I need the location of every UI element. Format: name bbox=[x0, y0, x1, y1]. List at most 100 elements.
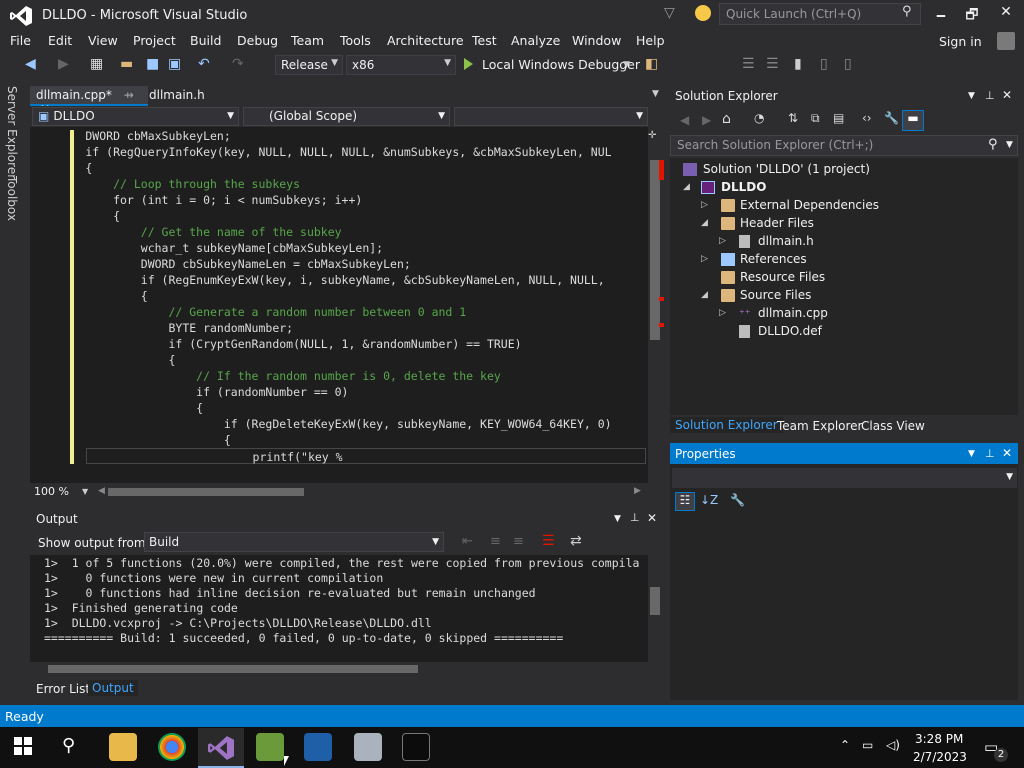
menu-file[interactable]: File bbox=[10, 33, 31, 48]
editor-hscroll-thumb[interactable] bbox=[108, 488, 304, 496]
clock-time[interactable]: 3:28 PM bbox=[915, 732, 963, 746]
tab-error-list[interactable]: Error List bbox=[36, 682, 90, 696]
close-panel-icon[interactable]: ✕ bbox=[647, 511, 657, 525]
window-position-icon[interactable]: ▼ bbox=[968, 91, 975, 101]
pin-icon[interactable]: ⇸ bbox=[124, 88, 134, 102]
menu-debug[interactable]: Debug bbox=[237, 33, 278, 48]
close-panel-icon[interactable]: ✕ bbox=[1002, 446, 1012, 460]
expanded-arrow-icon[interactable]: ◢ bbox=[683, 182, 695, 192]
next-message-icon[interactable]: ≡ bbox=[513, 534, 524, 549]
search-icon[interactable]: ⚲ bbox=[988, 137, 998, 152]
back-icon[interactable]: ◀ bbox=[680, 113, 689, 127]
scroll-left-icon[interactable]: ◀ bbox=[98, 486, 105, 496]
tab-output[interactable]: Output bbox=[88, 680, 138, 696]
pending-changes-icon[interactable]: ◔ bbox=[754, 111, 764, 125]
chrome-icon[interactable] bbox=[158, 733, 186, 761]
navigate-back-icon[interactable]: ◀ bbox=[25, 56, 36, 72]
collapsed-arrow-icon[interactable]: ▷ bbox=[701, 200, 713, 210]
collapsed-arrow-icon[interactable]: ▷ bbox=[701, 254, 713, 264]
quick-launch-input[interactable]: Quick Launch (Ctrl+Q) bbox=[719, 3, 921, 25]
menu-tools[interactable]: Tools bbox=[340, 33, 371, 48]
scroll-right-icon[interactable]: ▶ bbox=[634, 486, 641, 496]
menu-test[interactable]: Test bbox=[472, 33, 497, 48]
view-code-icon[interactable]: ‹› bbox=[862, 111, 872, 125]
undo-icon[interactable]: ↶ bbox=[198, 56, 210, 72]
server-explorer-tab[interactable]: Server Explorer bbox=[5, 86, 19, 179]
solution-platform-dropdown[interactable]: x86 ▼ bbox=[346, 55, 456, 75]
tab-solution-explorer[interactable]: Solution Explorer bbox=[670, 417, 783, 433]
collapsed-arrow-icon[interactable]: ▷ bbox=[719, 236, 731, 246]
menu-build[interactable]: Build bbox=[190, 33, 221, 48]
remote-desktop-icon[interactable] bbox=[354, 733, 382, 761]
tab-list-dropdown-icon[interactable]: ▼ bbox=[652, 89, 659, 99]
previous-bookmark-icon[interactable]: ▯ bbox=[820, 56, 828, 72]
tab-class-view[interactable]: Class View bbox=[861, 419, 925, 433]
start-debugging-icon[interactable] bbox=[464, 58, 473, 70]
visual-studio-icon[interactable] bbox=[208, 736, 234, 760]
find-message-icon[interactable]: ⇤ bbox=[462, 534, 473, 549]
code-editor[interactable]: DWORD cbMaxSubkeyLen; if (RegQueryInfoKe… bbox=[30, 127, 648, 483]
command-prompt-icon[interactable] bbox=[402, 733, 430, 761]
collapse-all-icon[interactable]: ⧉ bbox=[811, 111, 820, 126]
search-icon[interactable]: ⚲ bbox=[62, 735, 75, 756]
properties-object-dropdown[interactable]: ▼ bbox=[672, 468, 1017, 488]
properties-wrench-icon[interactable]: 🔧 bbox=[884, 111, 899, 125]
chevron-down-icon[interactable]: ▼ bbox=[82, 487, 88, 496]
next-bookmark-icon[interactable]: ▯ bbox=[844, 56, 852, 72]
windows-start-icon[interactable] bbox=[14, 737, 32, 755]
browse-target-icon[interactable]: ◧ bbox=[645, 56, 658, 72]
redo-icon[interactable]: ↷ bbox=[232, 56, 244, 72]
powershell-icon[interactable] bbox=[304, 733, 332, 761]
minimize-button[interactable]: 🗕 bbox=[926, 4, 956, 28]
show-all-files-icon[interactable]: ▤ bbox=[833, 111, 844, 125]
preview-selected-icon[interactable]: ▬ bbox=[902, 110, 924, 131]
search-icon[interactable]: ⚲ bbox=[902, 4, 912, 19]
zoom-level[interactable]: 100 % bbox=[34, 485, 69, 498]
sign-in-link[interactable]: Sign in bbox=[939, 34, 982, 49]
word-wrap-icon[interactable]: ⇄ bbox=[570, 533, 582, 549]
volume-icon[interactable]: ◁) bbox=[886, 738, 900, 752]
tab-team-explorer[interactable]: Team Explorer bbox=[777, 419, 863, 433]
editor-scroll-thumb[interactable] bbox=[650, 160, 660, 340]
comment-icon[interactable]: ☰ bbox=[742, 56, 755, 72]
output-vscroll-thumb[interactable] bbox=[650, 587, 660, 615]
forward-icon[interactable]: ▶ bbox=[702, 113, 711, 127]
output-hscroll-thumb[interactable] bbox=[48, 665, 418, 673]
menu-view[interactable]: View bbox=[88, 33, 118, 48]
expanded-arrow-icon[interactable]: ◢ bbox=[701, 218, 713, 228]
previous-message-icon[interactable]: ≡ bbox=[490, 534, 501, 549]
pin-icon[interactable]: ⊥ bbox=[630, 511, 640, 524]
output-text-area[interactable]: 1> 1 of 5 functions (20.0%) were compile… bbox=[30, 555, 648, 662]
file-explorer-icon[interactable] bbox=[109, 733, 137, 761]
menu-edit[interactable]: Edit bbox=[48, 33, 72, 48]
tab-dllmain-h[interactable]: dllmain.h bbox=[143, 86, 211, 106]
chevron-down-icon[interactable]: ▼ bbox=[1006, 140, 1013, 150]
restore-button[interactable]: 🗗 bbox=[957, 4, 987, 28]
open-file-icon[interactable]: ▬ bbox=[120, 56, 133, 72]
notepad-plus-icon[interactable] bbox=[256, 733, 284, 761]
home-icon[interactable]: ⌂ bbox=[722, 111, 731, 127]
new-project-icon[interactable]: ▦ bbox=[90, 56, 103, 72]
member-scope-dropdown[interactable]: ▼ bbox=[454, 107, 648, 126]
clock-date[interactable]: 2/7/2023 bbox=[913, 750, 967, 764]
save-icon[interactable]: ■ bbox=[146, 56, 159, 72]
network-icon[interactable]: ▭ bbox=[862, 738, 873, 752]
window-position-icon[interactable]: ▼ bbox=[614, 514, 621, 524]
categorized-icon[interactable]: ☷ bbox=[675, 492, 695, 511]
property-pages-icon[interactable]: 🔧 bbox=[730, 493, 745, 507]
alphabetical-icon[interactable]: ↓Z bbox=[700, 493, 718, 507]
pin-icon[interactable]: ⊥ bbox=[985, 447, 995, 460]
collapsed-arrow-icon[interactable]: ▷ bbox=[719, 308, 731, 318]
toolbox-tab[interactable]: Toolbox bbox=[5, 176, 19, 221]
tab-dllmain-cpp[interactable]: dllmain.cpp* ⇸ ✕ bbox=[30, 86, 148, 116]
project-scope-dropdown[interactable]: ▣ DLLDO ▼ bbox=[32, 107, 239, 126]
solution-explorer-search-input[interactable]: Search Solution Explorer (Ctrl+;) bbox=[670, 135, 1018, 156]
menu-team[interactable]: Team bbox=[291, 33, 324, 48]
uncomment-icon[interactable]: ☰ bbox=[766, 56, 779, 72]
close-panel-icon[interactable]: ✕ bbox=[1002, 88, 1012, 102]
bookmark-icon[interactable]: ▮ bbox=[794, 56, 802, 72]
chevron-down-icon[interactable]: ▼ bbox=[623, 60, 630, 70]
sync-icon[interactable]: ⇅ bbox=[788, 111, 798, 125]
clear-all-icon[interactable]: ☰ bbox=[542, 533, 555, 549]
start-debugger-button[interactable]: Local Windows Debugger bbox=[482, 57, 640, 72]
